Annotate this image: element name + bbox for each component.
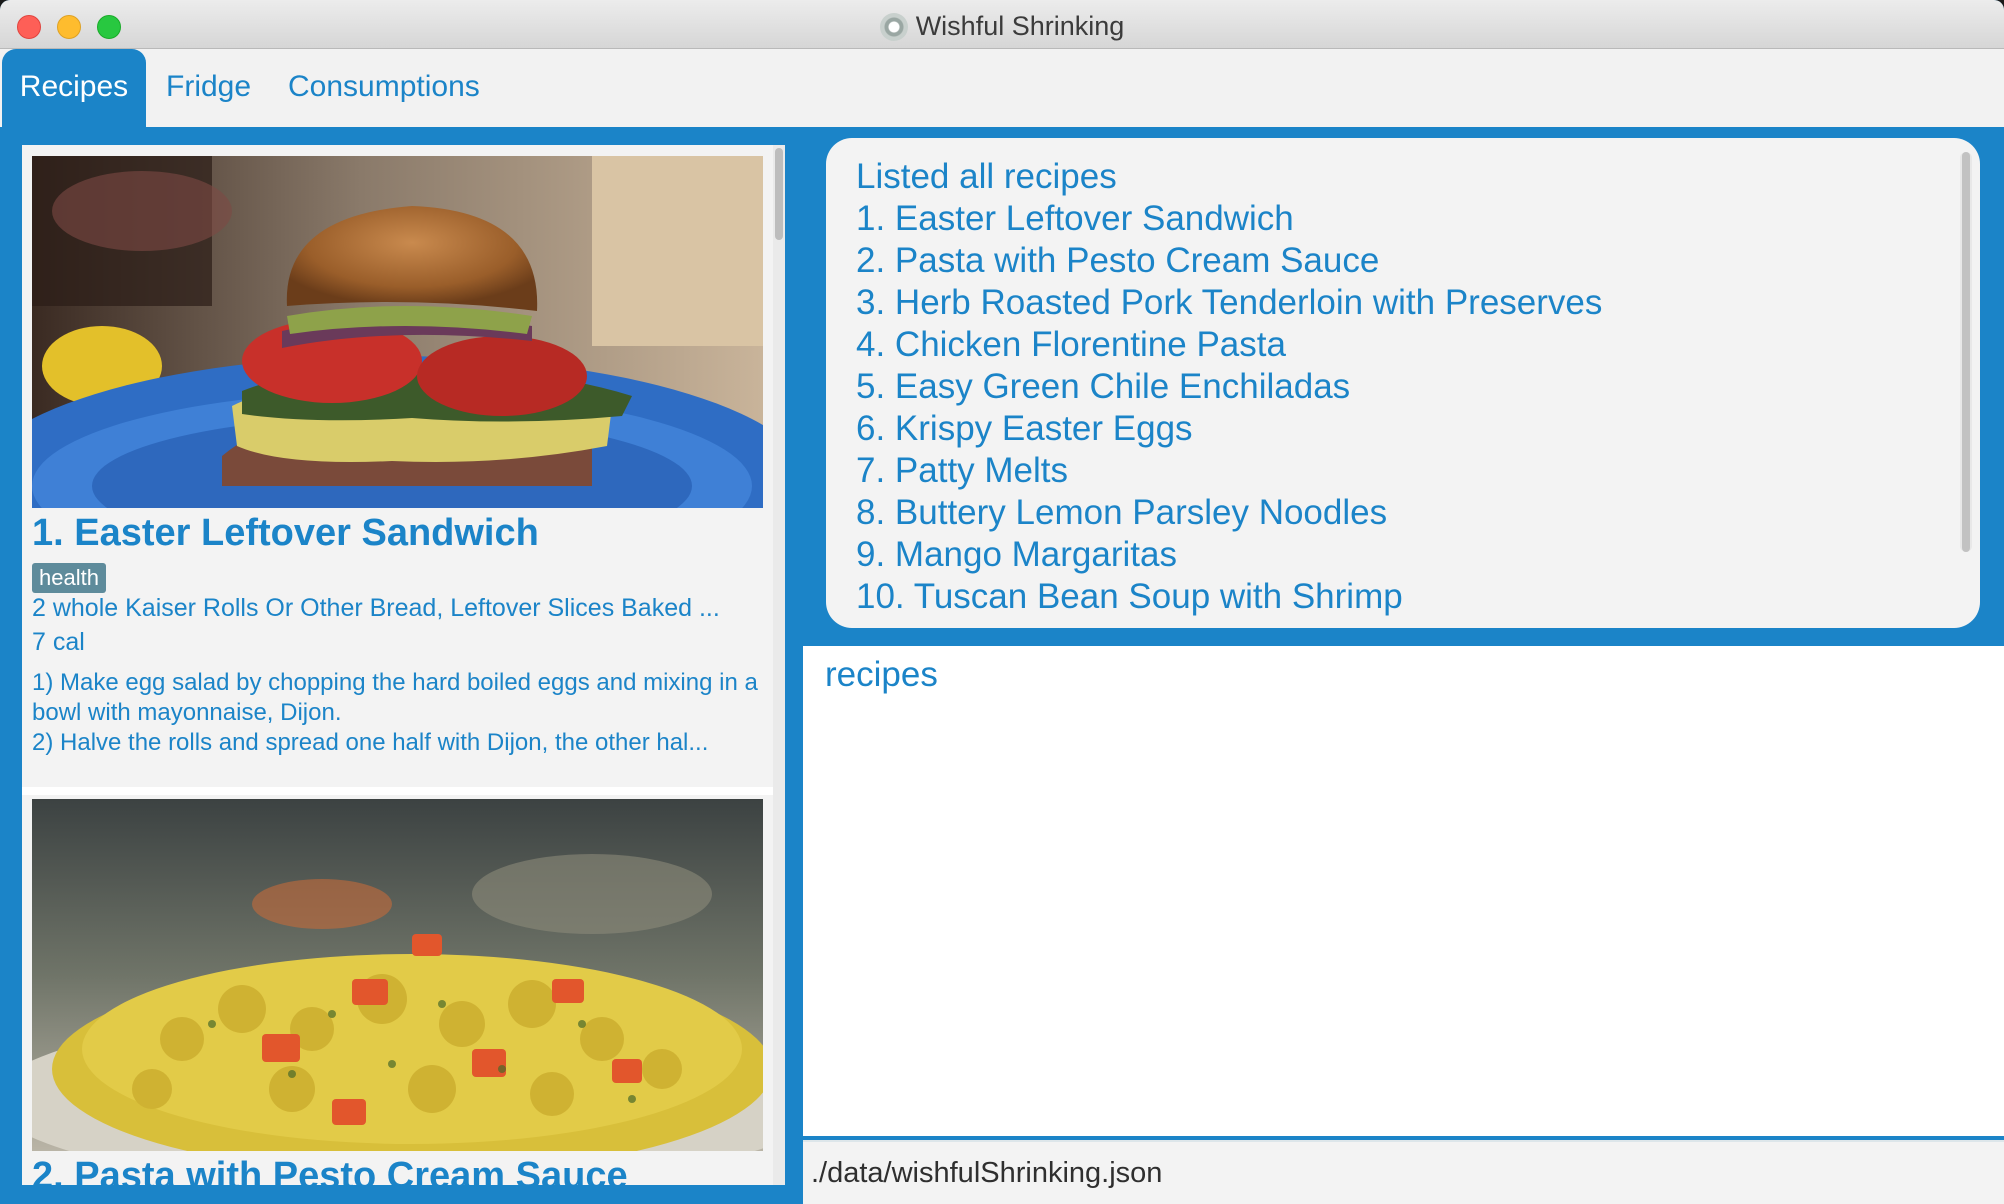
recipe-card[interactable]: 1. Easter Leftover Sandwich health 2 who… — [22, 145, 785, 779]
result-scrollbar[interactable] — [1960, 152, 1972, 552]
tab-recipes[interactable]: Recipes — [2, 49, 146, 127]
recipe-title: 2. Pasta with Pesto Cream Sauce — [32, 1155, 628, 1185]
tab-consumptions[interactable]: Consumptions — [268, 49, 500, 127]
recipe-ingredients: 2 whole Kaiser Rolls Or Other Bread, Lef… — [32, 594, 720, 622]
recipe-calories: 7 cal — [32, 628, 85, 656]
recipe-step-2: 2) Halve the rolls and spread one half w… — [32, 729, 709, 756]
result-header: Listed all recipes — [856, 157, 1117, 196]
recipe-list-panel[interactable]: 1. Easter Leftover Sandwich health 2 who… — [22, 145, 785, 1185]
scrollbar-thumb[interactable] — [1962, 152, 1970, 552]
sandwich-photo — [32, 156, 763, 508]
result-line: 1. Easter Leftover Sandwich — [856, 199, 1294, 238]
title-bar: Wishful Shrinking — [0, 0, 2004, 49]
result-text: Listed all recipes 1. Easter Leftover Sa… — [856, 156, 1602, 618]
tab-fridge[interactable]: Fridge — [146, 49, 271, 127]
app-icon — [879, 13, 908, 41]
pasta-photo — [32, 799, 763, 1151]
result-line: 4. Chicken Florentine Pasta — [856, 325, 1286, 364]
recipe-image-sandwich — [32, 156, 763, 508]
status-bar: ./data/wishfulShrinking.json — [803, 1140, 2004, 1204]
command-box[interactable]: recipes — [803, 646, 2004, 1136]
recipe-card[interactable]: 2. Pasta with Pesto Cream Sauce — [22, 787, 785, 1185]
tab-bar: Recipes Fridge Consumptions — [0, 49, 2004, 127]
recipe-list-scrollbar[interactable] — [773, 145, 785, 1185]
command-input[interactable]: recipes — [825, 654, 938, 696]
result-line: 5. Easy Green Chile Enchiladas — [856, 367, 1351, 406]
result-line: 3. Herb Roasted Pork Tenderloin with Pre… — [856, 283, 1603, 322]
scrollbar-thumb[interactable] — [775, 148, 783, 240]
recipe-image-pasta — [32, 799, 763, 1151]
result-line: 6. Krispy Easter Eggs — [856, 409, 1193, 448]
result-line: 10. Tuscan Bean Soup with Shrimp — [856, 577, 1403, 616]
result-display: Listed all recipes 1. Easter Leftover Sa… — [826, 138, 1980, 628]
save-location: ./data/wishfulShrinking.json — [811, 1157, 1163, 1189]
window-title: Wishful Shrinking — [915, 11, 1125, 41]
result-line: 9. Mango Margaritas — [856, 535, 1177, 574]
result-line: 7. Patty Melts — [856, 451, 1069, 490]
result-line: 2. Pasta with Pesto Cream Sauce — [856, 241, 1380, 280]
window-title-area: Wishful Shrinking — [0, 11, 2004, 41]
recipe-tag: health — [32, 563, 106, 593]
recipe-title: 1. Easter Leftover Sandwich — [32, 512, 539, 554]
result-line: 8. Buttery Lemon Parsley Noodles — [856, 493, 1388, 532]
recipe-step-1: 1) Make egg salad by chopping the hard b… — [32, 669, 758, 726]
app-window: Wishful Shrinking Recipes Fridge Consump… — [0, 0, 2004, 1204]
